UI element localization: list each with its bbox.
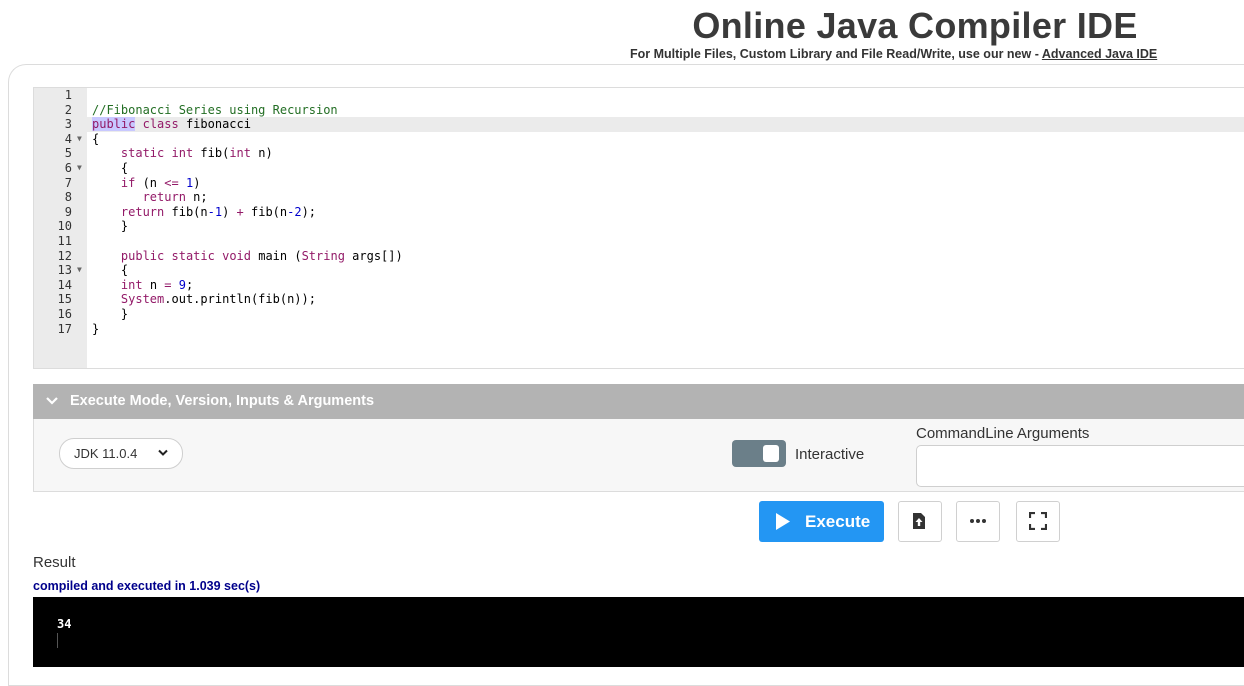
- code-operator: =: [164, 277, 172, 292]
- execution-status: compiled and executed in 1.039 sec(s): [33, 579, 261, 593]
- code-text: args[]): [344, 248, 403, 263]
- code-text: fib(: [193, 146, 230, 161]
- interactive-toggle[interactable]: [732, 440, 786, 467]
- code-text: }: [120, 307, 129, 321]
- code-keyword: if: [120, 175, 136, 190]
- code-text: {: [120, 161, 129, 175]
- fold-arrow-icon[interactable]: ▼: [77, 263, 82, 278]
- code-text: main (: [251, 248, 302, 263]
- code-text: fib(n: [243, 204, 288, 219]
- code-number: 9: [178, 277, 186, 292]
- code-text: fib(n: [164, 204, 208, 219]
- code-operator: <=: [164, 175, 179, 190]
- code-keyword: String: [301, 248, 345, 263]
- code-text: fibonacci: [178, 117, 251, 132]
- line-number: 8: [64, 190, 72, 205]
- code-text: n;: [185, 190, 208, 205]
- line-number: 17: [57, 321, 72, 336]
- code-text: .out.println(fib(n));: [164, 292, 316, 307]
- play-icon: [776, 513, 790, 530]
- code-keyword: return: [120, 204, 165, 219]
- terminal-cursor: [57, 633, 58, 648]
- code-keyword: class: [142, 117, 179, 132]
- code-keyword: void: [222, 248, 251, 263]
- code-text: (n: [135, 175, 165, 190]
- output-terminal[interactable]: 34: [33, 597, 1244, 667]
- code-text: ): [222, 204, 237, 219]
- more-dots-icon: [970, 519, 986, 523]
- line-number: 4: [64, 131, 72, 146]
- subtitle-text: For Multiple Files, Custom Library and F…: [630, 47, 1042, 61]
- code-text: );: [301, 204, 317, 219]
- line-number: 12: [57, 248, 72, 263]
- line-number: 16: [57, 307, 72, 321]
- chevron-down-icon: [158, 449, 168, 456]
- code-text: n): [251, 146, 273, 161]
- line-number: 13: [57, 263, 72, 278]
- line-number: 1: [64, 88, 72, 102]
- code-keyword: int: [229, 146, 251, 161]
- execute-button-label: Execute: [805, 512, 871, 531]
- code-text: {: [92, 131, 100, 146]
- line-number: 6: [64, 161, 72, 175]
- line-number: 11: [57, 234, 72, 248]
- toggle-knob: [763, 445, 779, 462]
- fold-arrow-icon[interactable]: ▼: [77, 161, 82, 176]
- page-subtitle: For Multiple Files, Custom Library and F…: [630, 47, 1157, 61]
- advanced-ide-link[interactable]: Advanced Java IDE: [1042, 47, 1157, 61]
- file-upload-icon: [913, 513, 925, 529]
- code-keyword: public: [92, 117, 136, 132]
- jdk-version-select[interactable]: JDK 11.0.4: [59, 438, 183, 469]
- more-options-button[interactable]: [956, 501, 1000, 542]
- code-keyword: return: [142, 190, 186, 205]
- code-operator: +: [236, 204, 244, 219]
- result-heading: Result: [33, 554, 76, 571]
- code-keyword: int: [120, 277, 143, 292]
- cmdline-args-input[interactable]: [916, 445, 1244, 487]
- code-text: ): [193, 175, 201, 190]
- upload-file-button[interactable]: [898, 501, 942, 542]
- line-number: 7: [64, 175, 72, 190]
- code-editor[interactable]: 1 2 //Fibonacci Series using Recursion 3 p…: [33, 87, 1244, 369]
- fullscreen-button[interactable]: [1016, 501, 1060, 542]
- line-number: 5: [64, 146, 72, 161]
- line-number: 9: [64, 204, 72, 219]
- code-number: -2: [287, 204, 302, 219]
- line-number: 3: [64, 117, 72, 132]
- code-text: ;: [185, 277, 194, 292]
- code-keyword: int: [171, 146, 194, 161]
- code-keyword: static: [171, 248, 215, 263]
- line-number: 10: [57, 219, 72, 234]
- code-text: n: [142, 277, 165, 292]
- code-text: }: [120, 219, 129, 234]
- page-title: Online Java Compiler IDE: [692, 5, 1138, 46]
- page-header: Online Java Compiler IDE: [600, 4, 1230, 48]
- code-keyword: static: [120, 146, 165, 161]
- fullscreen-icon: [1029, 512, 1047, 530]
- jdk-version-value: JDK 11.0.4: [74, 446, 138, 461]
- fold-arrow-icon[interactable]: ▼: [77, 132, 82, 147]
- line-number: 2: [64, 102, 72, 117]
- execute-button[interactable]: Execute: [759, 501, 884, 542]
- code-comment: //Fibonacci Series using Recursion: [92, 102, 338, 117]
- code-keyword: public: [120, 248, 165, 263]
- code-text: {: [120, 263, 129, 278]
- code-keyword: System: [120, 292, 165, 307]
- cmdline-args-label: CommandLine Arguments: [916, 425, 1090, 442]
- chevron-down-icon: [46, 397, 58, 405]
- execute-mode-label: Execute Mode, Version, Inputs & Argument…: [70, 393, 375, 409]
- code-number: -1: [207, 204, 223, 219]
- output-text: 34: [57, 617, 72, 631]
- code-text: }: [92, 321, 100, 336]
- line-number: 15: [57, 292, 72, 307]
- interactive-label: Interactive: [795, 446, 865, 463]
- execute-mode-toggle-bar[interactable]: Execute Mode, Version, Inputs & Argument…: [33, 384, 1244, 419]
- line-number: 14: [57, 277, 72, 292]
